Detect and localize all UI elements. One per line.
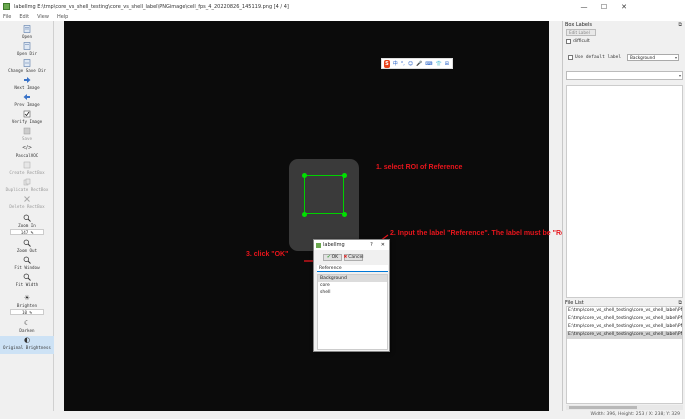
label-combo[interactable] — [566, 71, 683, 80]
close-button[interactable]: ✕ — [614, 0, 634, 13]
delete-rectbox-button[interactable]: Delete RectBox — [0, 195, 54, 209]
arrow-right-icon — [23, 76, 32, 84]
status-text: Width: 396, Height: 253 / X: 238; Y: 329 — [590, 412, 680, 417]
ime-chinese-icon[interactable]: 中 — [393, 60, 398, 67]
label-option[interactable]: shell — [318, 289, 387, 296]
arrow-left-icon — [23, 93, 32, 101]
dialog-help-button[interactable]: ? — [370, 242, 373, 248]
checkbox-icon — [23, 110, 32, 118]
label-options-list[interactable]: Background core shell — [317, 274, 388, 350]
zoom-out-button[interactable]: Zoom Out — [0, 239, 54, 253]
open-file-icon — [23, 25, 32, 33]
annotation-step3: 3. click "OK" — [246, 251, 289, 258]
sun-icon: ☀ — [23, 294, 31, 302]
open-folder-icon — [23, 42, 32, 50]
ime-menu-icon[interactable]: ⊞ — [445, 61, 449, 67]
cancel-icon: ✖ — [343, 255, 348, 260]
zoom-out-icon — [23, 239, 32, 247]
copy-icon — [23, 178, 32, 186]
ime-keyboard-icon[interactable]: ⌨ — [425, 61, 432, 67]
window-title: labelImg E:\tmp\core_vs_shell_testing\co… — [14, 3, 289, 10]
fit-window-button[interactable]: Fit Window — [0, 256, 54, 270]
delete-icon — [23, 195, 32, 203]
create-box-icon — [23, 161, 32, 169]
label-dialog: labelImg ? ✕ ✔ OK ✖ Cancel Reference Bac… — [313, 239, 390, 352]
label-input[interactable]: Reference — [317, 265, 388, 272]
image-canvas[interactable]: 1. select ROI of Reference 2. Input the … — [64, 21, 597, 411]
file-list-scrollbar[interactable] — [566, 405, 683, 410]
box-labels-float-icon[interactable]: ⧉ — [678, 22, 682, 28]
annotation-arrows — [304, 234, 389, 268]
file-list-item[interactable]: E:\tmp\core_vs_shell_testing\core_vs_she… — [567, 315, 682, 323]
open-button[interactable]: Open — [0, 25, 54, 39]
change-save-dir-button[interactable]: Change Save Dir — [0, 59, 54, 73]
ime-emoji-icon[interactable]: ☺ — [408, 61, 413, 67]
file-list-item[interactable]: E:\tmp\core_vs_shell_testing\core_vs_she… — [567, 331, 682, 339]
dialog-app-icon — [316, 242, 321, 248]
menu-file[interactable]: File — [3, 14, 11, 20]
save-dir-icon — [23, 59, 32, 67]
label-option[interactable]: core — [318, 282, 387, 289]
minimize-button[interactable]: — — [574, 0, 594, 13]
title-bar: labelImg E:\tmp\core_vs_shell_testing\co… — [0, 0, 685, 13]
maximize-button[interactable]: ☐ — [594, 0, 614, 13]
moon-icon: ☾ — [23, 319, 31, 327]
check-icon: ✔ — [326, 255, 331, 260]
format-button[interactable]: </> PascalVOC — [0, 144, 54, 158]
ime-skin-icon[interactable]: 👕 — [436, 61, 442, 67]
left-toolbar: Open Open Dir Change Save Dir Next Image… — [0, 21, 54, 411]
dialog-buttons: ✔ OK ✖ Cancel — [323, 254, 365, 261]
default-label-select[interactable]: Background — [627, 54, 679, 61]
difficult-checkbox[interactable]: difficult — [566, 39, 590, 44]
fit-width-icon — [23, 273, 32, 281]
verify-image-button[interactable]: Verify Image — [0, 110, 54, 124]
fit-window-icon — [23, 256, 32, 264]
darken-button[interactable]: ☾ Darken — [0, 319, 54, 333]
box-labels-list[interactable] — [566, 85, 683, 298]
prev-image-button[interactable]: Prev Image — [0, 93, 54, 107]
menu-help[interactable]: Help — [57, 14, 68, 20]
menu-edit[interactable]: Edit — [19, 14, 29, 20]
use-default-check[interactable] — [568, 55, 573, 60]
app-icon — [3, 3, 10, 10]
dialog-title-bar: labelImg ? ✕ — [314, 240, 389, 250]
status-bar: Width: 396, Height: 253 / X: 238; Y: 329 — [0, 411, 685, 419]
menu-bar: File Edit View Help — [0, 13, 685, 21]
ime-mic-icon[interactable]: 🎤 — [416, 61, 422, 67]
difficult-check[interactable] — [566, 39, 571, 44]
brightness-value[interactable]: 10 % — [10, 309, 44, 315]
file-list[interactable]: E:\tmp\core_vs_shell_testing\core_vs_she… — [566, 306, 683, 404]
ok-button[interactable]: ✔ OK — [323, 254, 342, 261]
label-option[interactable]: Background — [318, 275, 387, 282]
zoom-in-icon — [23, 214, 32, 222]
file-list-item[interactable]: E:\tmp\core_vs_shell_testing\core_vs_she… — [567, 323, 682, 331]
right-panel: Box Labels ⧉ Edit Label difficult Use de… — [562, 21, 685, 411]
dialog-close-button[interactable]: ✕ — [381, 242, 385, 248]
code-icon: </> — [21, 145, 33, 151]
file-list-item[interactable]: E:\tmp\core_vs_shell_testing\core_vs_she… — [567, 307, 682, 315]
save-icon — [23, 127, 32, 135]
edit-label-button[interactable]: Edit Label — [566, 29, 596, 36]
zoom-in-button[interactable]: Zoom In 147 % — [0, 214, 54, 235]
ime-toolbar: S 中 °, ☺ 🎤 ⌨ 👕 ⊞ — [381, 58, 453, 69]
box-labels-title: Box Labels — [565, 22, 592, 28]
ime-punct-icon[interactable]: °, — [401, 61, 405, 67]
brighten-button[interactable]: ☀ Brighten 10 % — [0, 294, 54, 315]
scrollbar-thumb[interactable] — [569, 406, 637, 409]
open-dir-button[interactable]: Open Dir — [0, 42, 54, 56]
save-button[interactable]: Save — [0, 127, 54, 141]
create-rectbox-button[interactable]: Create RectBox — [0, 161, 54, 175]
fit-width-button[interactable]: Fit Width — [0, 273, 54, 287]
cancel-button[interactable]: ✖ Cancel — [343, 254, 364, 261]
zoom-value[interactable]: 147 % — [10, 229, 44, 235]
original-brightness-button[interactable]: ◐ Original Brightness — [0, 336, 54, 354]
use-default-label-checkbox[interactable]: Use default label — [568, 55, 621, 60]
next-image-button[interactable]: Next Image — [0, 76, 54, 90]
dialog-title: labelImg — [323, 242, 345, 248]
duplicate-rectbox-button[interactable]: Duplicate RectBox — [0, 178, 54, 192]
annotation-step1: 1. select ROI of Reference — [376, 164, 463, 171]
sogou-logo-icon[interactable]: S — [384, 59, 390, 68]
brightness-icon: ◐ — [23, 336, 31, 344]
menu-view[interactable]: View — [37, 14, 49, 20]
